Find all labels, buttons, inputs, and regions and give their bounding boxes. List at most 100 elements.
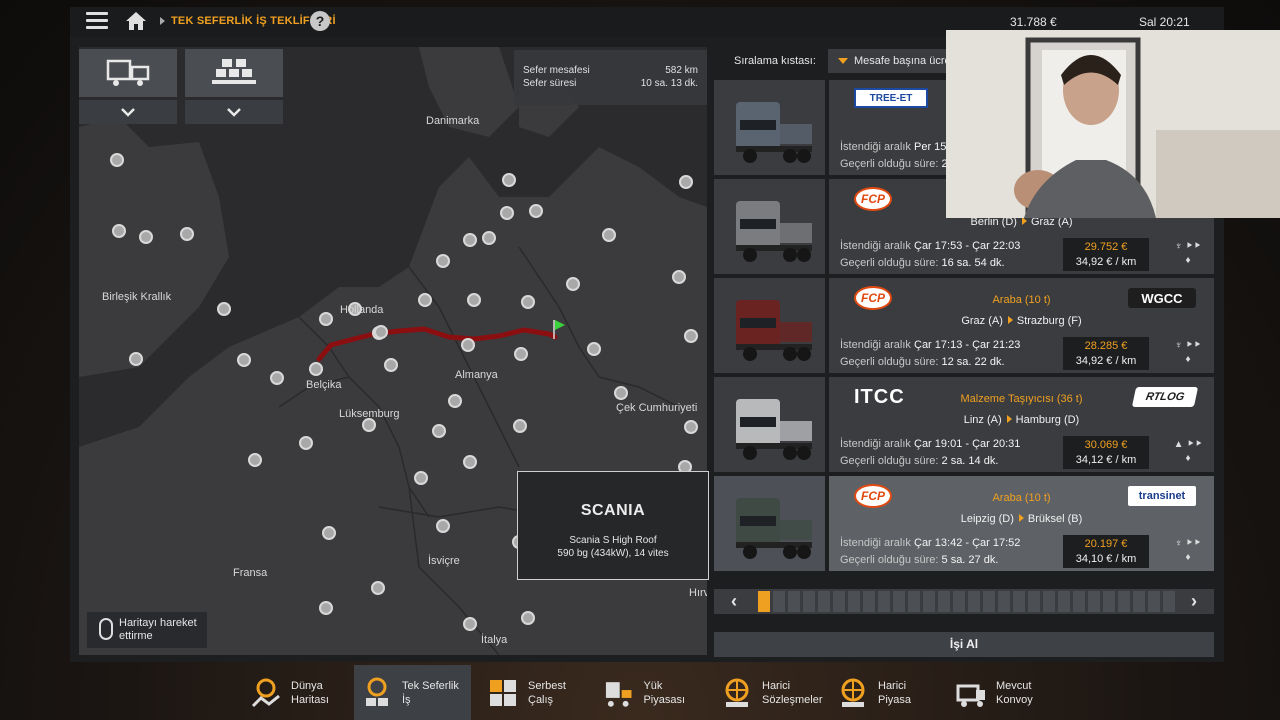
- city-marker[interactable]: [514, 347, 528, 361]
- city-marker[interactable]: [436, 519, 450, 533]
- city-marker[interactable]: [463, 455, 477, 469]
- city-marker[interactable]: [270, 371, 284, 385]
- page-dot[interactable]: [788, 591, 800, 612]
- city-marker[interactable]: [521, 611, 535, 625]
- city-marker[interactable]: [362, 418, 376, 432]
- page-dot[interactable]: [1028, 591, 1040, 612]
- city-marker[interactable]: [112, 224, 126, 238]
- city-marker[interactable]: [566, 277, 580, 291]
- city-marker[interactable]: [414, 471, 428, 485]
- page-dot[interactable]: [848, 591, 860, 612]
- page-dot[interactable]: [968, 591, 980, 612]
- money-display: 31.788 €: [1010, 15, 1057, 29]
- city-marker[interactable]: [384, 358, 398, 372]
- job-offer-row[interactable]: FCP Araba (10 t) WGCC Graz (A) Strazburg …: [714, 278, 1214, 373]
- city-marker[interactable]: [529, 204, 543, 218]
- page-dot[interactable]: [1073, 591, 1085, 612]
- city-marker[interactable]: [463, 617, 477, 631]
- city-marker[interactable]: [500, 206, 514, 220]
- city-marker[interactable]: [322, 526, 336, 540]
- page-dot[interactable]: [983, 591, 995, 612]
- page-indicator[interactable]: [758, 591, 1175, 612]
- page-dot[interactable]: [1043, 591, 1055, 612]
- page-dot[interactable]: [878, 591, 890, 612]
- page-dot[interactable]: [998, 591, 1010, 612]
- city-marker[interactable]: [614, 386, 628, 400]
- prev-page-button[interactable]: ‹: [714, 589, 754, 614]
- city-marker[interactable]: [482, 231, 496, 245]
- page-dot[interactable]: [1013, 591, 1025, 612]
- page-dot[interactable]: [1088, 591, 1100, 612]
- page-dot[interactable]: [773, 591, 785, 612]
- city-marker[interactable]: [237, 353, 251, 367]
- city-marker[interactable]: [684, 420, 698, 434]
- city-marker[interactable]: [418, 293, 432, 307]
- nav-item[interactable]: Harici Sözleşmeler: [714, 665, 824, 720]
- route-from: Leipzig (D): [960, 513, 1014, 525]
- city-marker[interactable]: [309, 362, 323, 376]
- page-dot[interactable]: [938, 591, 950, 612]
- city-marker[interactable]: [602, 228, 616, 242]
- nav-item[interactable]: Mevcut Konvoy: [948, 665, 1058, 720]
- nav-item[interactable]: Serbest Çalış: [480, 665, 590, 720]
- page-dot[interactable]: [1148, 591, 1160, 612]
- page-dot[interactable]: [953, 591, 965, 612]
- truck-filter-button[interactable]: [79, 49, 177, 97]
- page-dot[interactable]: [923, 591, 935, 612]
- cargo-filter-dropdown[interactable]: [185, 100, 283, 124]
- page-dot[interactable]: [1133, 591, 1145, 612]
- nav-item[interactable]: Tek Seferlik İş: [354, 665, 471, 720]
- city-marker[interactable]: [521, 295, 535, 309]
- city-marker[interactable]: [217, 302, 231, 316]
- menu-icon[interactable]: [86, 12, 108, 30]
- city-marker[interactable]: [319, 312, 333, 326]
- page-dot[interactable]: [1103, 591, 1115, 612]
- truck-info-card: SCANIA Scania S High Roof 590 bg (434kW)…: [517, 471, 709, 580]
- company-logo: FCP: [854, 187, 892, 211]
- take-job-button[interactable]: İşi Al: [714, 632, 1214, 657]
- city-marker[interactable]: [319, 601, 333, 615]
- city-marker[interactable]: [432, 424, 446, 438]
- truck-image: [736, 498, 812, 559]
- destination-company-logo: transinet: [1128, 486, 1196, 506]
- city-marker[interactable]: [180, 227, 194, 241]
- city-marker[interactable]: [679, 175, 693, 189]
- city-marker[interactable]: [248, 453, 262, 467]
- job-offer-row[interactable]: FCP Araba (10 t) transinet Leipzig (D) Br…: [714, 476, 1214, 571]
- page-dot[interactable]: [1118, 591, 1130, 612]
- city-marker[interactable]: [139, 230, 153, 244]
- page-dot[interactable]: [758, 591, 770, 612]
- next-page-button[interactable]: ›: [1174, 589, 1214, 614]
- city-marker[interactable]: [461, 338, 475, 352]
- cargo-filter-button[interactable]: [185, 49, 283, 97]
- page-dot[interactable]: [1058, 591, 1070, 612]
- nav-item[interactable]: Harici Piyasa: [830, 665, 940, 720]
- page-dot[interactable]: [893, 591, 905, 612]
- truck-filter-dropdown[interactable]: [79, 100, 177, 124]
- city-marker[interactable]: [684, 329, 698, 343]
- city-marker[interactable]: [672, 270, 686, 284]
- city-marker[interactable]: [467, 293, 481, 307]
- page-dot[interactable]: [833, 591, 845, 612]
- page-dot[interactable]: [908, 591, 920, 612]
- page-dot[interactable]: [818, 591, 830, 612]
- city-marker[interactable]: [448, 394, 462, 408]
- city-marker[interactable]: [513, 419, 527, 433]
- city-marker[interactable]: [502, 173, 516, 187]
- nav-item[interactable]: Dünya Haritası: [243, 665, 347, 720]
- city-marker[interactable]: [299, 436, 313, 450]
- city-marker[interactable]: [110, 153, 124, 167]
- city-marker[interactable]: [463, 233, 477, 247]
- page-dot[interactable]: [863, 591, 875, 612]
- city-marker[interactable]: [371, 581, 385, 595]
- page-dot[interactable]: [803, 591, 815, 612]
- city-marker[interactable]: [436, 254, 450, 268]
- help-button[interactable]: ?: [310, 11, 330, 31]
- city-marker[interactable]: [129, 352, 143, 366]
- home-icon[interactable]: [124, 10, 148, 32]
- nav-item[interactable]: Yük Piyasası: [596, 665, 706, 720]
- sort-dropdown[interactable]: Mesafe başına ücret: [828, 49, 948, 73]
- city-marker[interactable]: [587, 342, 601, 356]
- job-offer-row[interactable]: ITCC Malzeme Taşıyıcısı (36 t) RTLOG Lin…: [714, 377, 1214, 472]
- city-marker[interactable]: [374, 325, 388, 339]
